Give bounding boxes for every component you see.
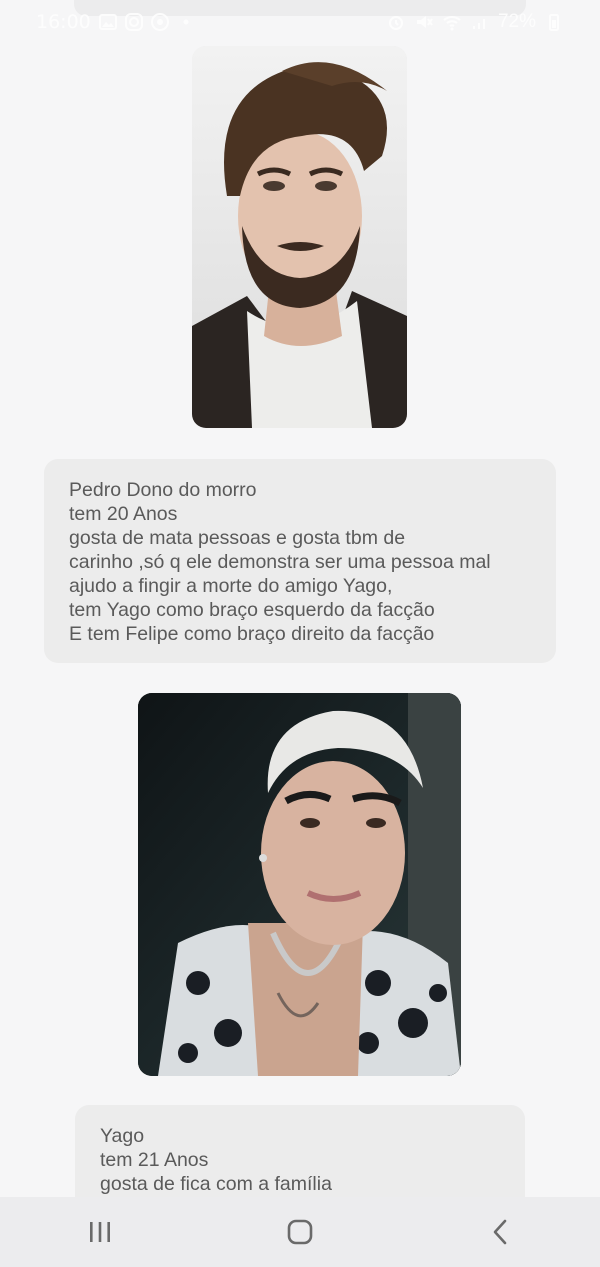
battery-percent: 72% bbox=[497, 11, 536, 32]
back-icon bbox=[493, 1219, 507, 1245]
card-line: ajudo a fingir a morte do amigo Yago, bbox=[69, 575, 393, 597]
card-line: gosta de mata pessoas e gosta tbm de bbox=[69, 527, 406, 549]
pedro-portrait-image bbox=[192, 46, 407, 428]
notification-icons bbox=[98, 12, 196, 32]
status-time: 16:00 bbox=[36, 11, 91, 33]
pedro-photo[interactable] bbox=[192, 46, 407, 428]
signal-icon bbox=[472, 19, 485, 29]
home-button[interactable] bbox=[270, 1202, 330, 1262]
mute-icon bbox=[416, 16, 433, 28]
card-line: gosta de fica com a família bbox=[100, 1173, 332, 1195]
instagram-icon bbox=[125, 13, 143, 31]
yago-portrait-image bbox=[138, 693, 461, 1076]
status-bar: 16:00 72% bbox=[0, 0, 600, 44]
dot-icon bbox=[183, 19, 189, 25]
description-card-pedro[interactable]: Pedro Dono do morro tem 20 Anos gosta de… bbox=[44, 459, 556, 663]
system-navigation-bar bbox=[0, 1197, 600, 1267]
card-line: tem 21 Anos bbox=[100, 1149, 209, 1171]
card-line: tem Yago como braço esquerdo da facção bbox=[69, 599, 435, 621]
wifi-icon bbox=[443, 16, 461, 31]
card-line: tem 20 Anos bbox=[69, 503, 178, 525]
yago-photo[interactable] bbox=[138, 693, 461, 1076]
system-icons: 72% bbox=[386, 11, 564, 33]
alarm-icon bbox=[388, 16, 403, 30]
card-line: Yago bbox=[100, 1125, 145, 1147]
recents-button[interactable] bbox=[70, 1202, 130, 1262]
screen: 16:00 72% Pedro Dono do morro tem 20 Ano… bbox=[0, 0, 600, 1267]
card-line: Pedro Dono do morro bbox=[69, 479, 257, 501]
battery-icon bbox=[549, 14, 559, 31]
back-button[interactable] bbox=[470, 1202, 530, 1262]
card-line: E tem Felipe como braço direito da facçã… bbox=[69, 623, 435, 645]
gallery-icon bbox=[99, 14, 117, 30]
app-notification-icon bbox=[151, 13, 169, 31]
recents-icon bbox=[90, 1222, 110, 1242]
card-line: carinho ,só q ele demonstra ser uma pess… bbox=[69, 551, 491, 573]
home-icon bbox=[287, 1219, 313, 1245]
